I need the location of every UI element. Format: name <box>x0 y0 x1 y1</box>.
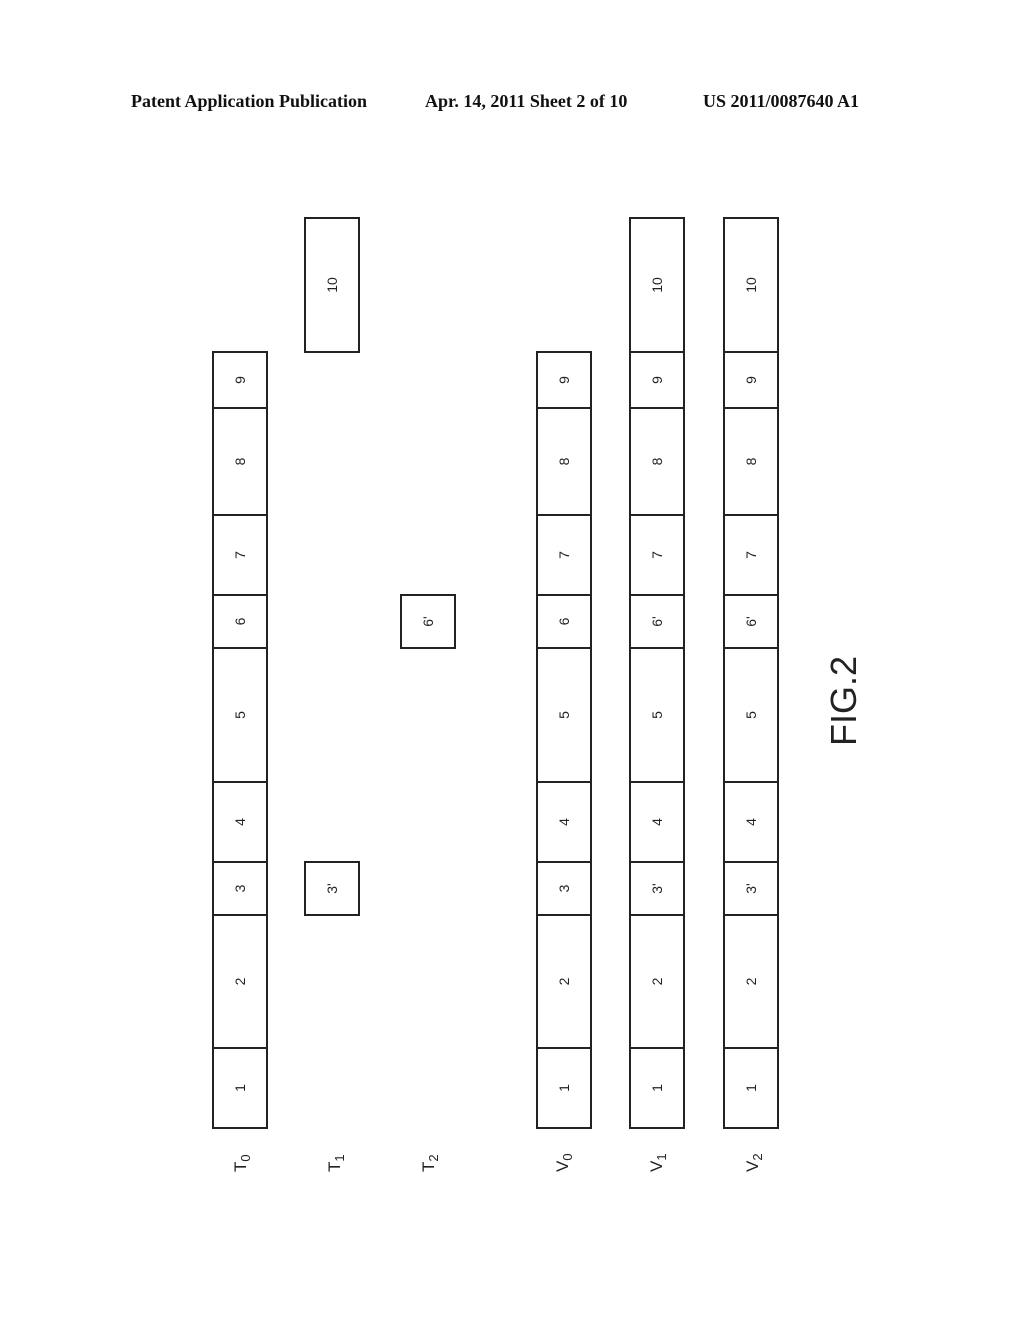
block-label: 7 <box>232 551 248 559</box>
block-t0-3: 3 <box>212 861 268 916</box>
block-label: 9 <box>556 376 572 384</box>
block-label: 9 <box>232 376 248 384</box>
block-label: 1 <box>649 1084 665 1092</box>
block-label: 4 <box>649 818 665 826</box>
block-label: 7 <box>649 551 665 559</box>
block-v0-3: 3 <box>536 861 592 916</box>
block-v0-4: 4 <box>536 781 592 863</box>
block-v2-2: 2 <box>723 914 779 1049</box>
block-label: 3 <box>232 884 248 892</box>
block-v0-1: 1 <box>536 1047 592 1129</box>
block-label: 8 <box>743 457 759 465</box>
block-t0-5: 5 <box>212 647 268 783</box>
block-label: 6' <box>743 616 759 626</box>
block-v0-9: 9 <box>536 351 592 409</box>
block-v0-8: 8 <box>536 407 592 516</box>
block-v0-7: 7 <box>536 514 592 596</box>
block-v0-6: 6 <box>536 594 592 649</box>
block-v2-6-prime: 6' <box>723 594 779 649</box>
block-label: 1 <box>232 1084 248 1092</box>
block-v2-3-prime: 3' <box>723 861 779 916</box>
block-label: 5 <box>743 711 759 719</box>
block-label: 4 <box>743 818 759 826</box>
row-label-v0: V0 <box>553 1153 575 1172</box>
block-label: 3' <box>743 883 759 893</box>
block-label: 5 <box>649 711 665 719</box>
block-label: 7 <box>743 551 759 559</box>
block-label: 8 <box>556 457 572 465</box>
block-label: 2 <box>743 977 759 985</box>
row-label-v2: V2 <box>743 1153 765 1172</box>
block-t0-8: 8 <box>212 407 268 516</box>
figure-label: FIG.2 <box>823 656 864 746</box>
block-v1-2: 2 <box>629 914 685 1049</box>
block-label: 10 <box>743 277 759 293</box>
block-label: 1 <box>556 1084 572 1092</box>
block-label: 3 <box>556 884 572 892</box>
block-v1-3-prime: 3' <box>629 861 685 916</box>
row-label-v1: V1 <box>647 1153 669 1172</box>
block-v1-5: 5 <box>629 647 685 783</box>
block-label: 2 <box>232 977 248 985</box>
block-label: 6' <box>649 616 665 626</box>
block-v1-9: 9 <box>629 351 685 409</box>
block-v2-8: 8 <box>723 407 779 516</box>
block-label: 7 <box>556 551 572 559</box>
block-label: 8 <box>649 457 665 465</box>
block-t0-1: 1 <box>212 1047 268 1129</box>
block-label: 8 <box>232 457 248 465</box>
block-label: 4 <box>232 818 248 826</box>
block-t2-6-prime: 6' <box>400 594 456 649</box>
block-v2-9: 9 <box>723 351 779 409</box>
row-label-t0: T0 <box>231 1154 253 1172</box>
block-label: 2 <box>556 977 572 985</box>
block-label: 3' <box>649 883 665 893</box>
block-label: 10 <box>649 277 665 293</box>
block-label: 6' <box>420 616 436 626</box>
block-v0-2: 2 <box>536 914 592 1049</box>
block-label: 5 <box>556 711 572 719</box>
block-v1-7: 7 <box>629 514 685 596</box>
block-t1-3-prime: 3' <box>304 861 360 916</box>
block-v1-6-prime: 6' <box>629 594 685 649</box>
block-v2-10: 10 <box>723 217 779 353</box>
block-label: 2 <box>649 977 665 985</box>
block-t0-2: 2 <box>212 914 268 1049</box>
block-label: 10 <box>324 277 340 293</box>
row-label-t1: T1 <box>325 1154 347 1172</box>
figure-diagram: 1 2 3 4 5 6 7 8 9 T0 3' 10 T1 6' T2 1 2 3 4 5 6 7 8 9 V0 1 2 3' 4 5 6'… <box>212 217 864 1172</box>
block-label: 9 <box>649 376 665 384</box>
block-v1-4: 4 <box>629 781 685 863</box>
block-t0-6: 6 <box>212 594 268 649</box>
row-label-t2: T2 <box>419 1154 441 1172</box>
block-t0-7: 7 <box>212 514 268 596</box>
block-v2-4: 4 <box>723 781 779 863</box>
block-t0-4: 4 <box>212 781 268 863</box>
block-label: 9 <box>743 376 759 384</box>
block-label: 3' <box>324 883 340 893</box>
block-v2-1: 1 <box>723 1047 779 1129</box>
block-v1-1: 1 <box>629 1047 685 1129</box>
block-v2-5: 5 <box>723 647 779 783</box>
block-label: 4 <box>556 818 572 826</box>
block-label: 5 <box>232 711 248 719</box>
block-v0-5: 5 <box>536 647 592 783</box>
block-label: 6 <box>232 617 248 625</box>
block-v1-10: 10 <box>629 217 685 353</box>
block-label: 1 <box>743 1084 759 1092</box>
block-t0-9: 9 <box>212 351 268 409</box>
block-v2-7: 7 <box>723 514 779 596</box>
block-t1-10: 10 <box>304 217 360 353</box>
block-label: 6 <box>556 617 572 625</box>
block-v1-8: 8 <box>629 407 685 516</box>
